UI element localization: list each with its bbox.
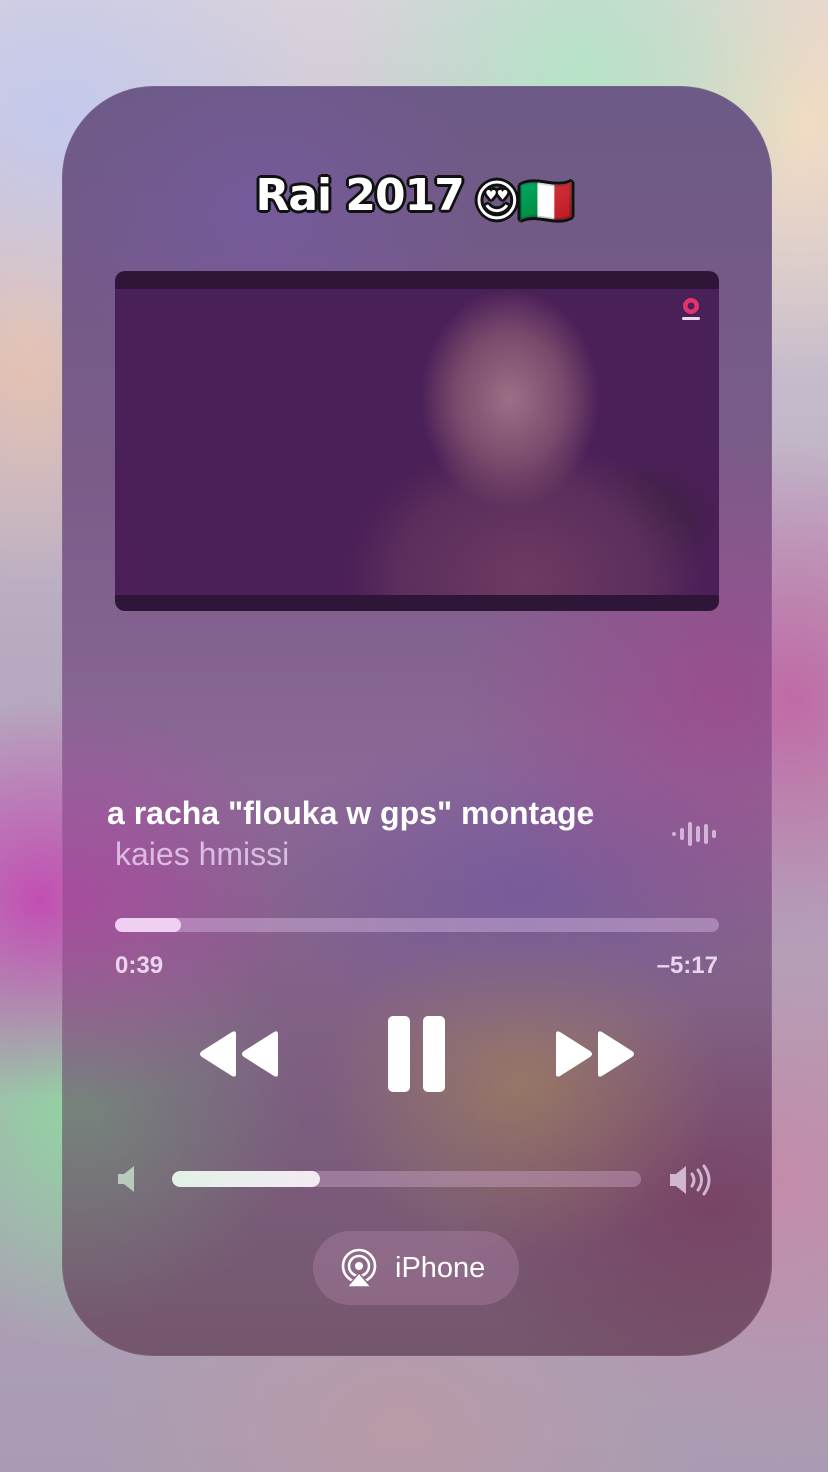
- caption-text: Rai 2017: [255, 170, 464, 221]
- overlay-caption: Rai 2017 😍🇮🇹: [0, 170, 828, 227]
- channel-logo-icon: [682, 298, 700, 320]
- volume-slider[interactable]: [172, 1171, 641, 1187]
- fast-forward-icon: [556, 1031, 634, 1077]
- output-device-label: iPhone: [395, 1251, 486, 1284]
- volume-max-indicator: [668, 1162, 716, 1198]
- remaining-time: –5:17: [656, 952, 718, 979]
- playback-scrubber[interactable]: [115, 918, 719, 932]
- airplay-output-button[interactable]: iPhone: [313, 1231, 519, 1305]
- caption-emoji: 😍🇮🇹: [473, 176, 574, 227]
- speaker-low-icon: [118, 1166, 134, 1192]
- volume-level-fill: [172, 1171, 320, 1187]
- pause-icon: [388, 1016, 445, 1092]
- pause-button[interactable]: [386, 1014, 448, 1094]
- playback-progress-fill: [115, 918, 182, 932]
- video-frame: [115, 289, 719, 595]
- airplay-icon: [341, 1248, 377, 1288]
- song-title-marquee: a racha "flouka w gps" montage: [107, 792, 647, 834]
- song-title: a racha "flouka w gps" montage: [107, 795, 595, 831]
- rewind-icon: [200, 1031, 278, 1077]
- volume-min-indicator: [116, 1164, 142, 1194]
- elapsed-time: 0:39: [115, 952, 164, 979]
- video-artwork[interactable]: [115, 271, 719, 611]
- waveform-icon: [672, 822, 716, 846]
- artist-name: kaies hmissi: [115, 836, 290, 872]
- speaker-high-icon: [670, 1164, 711, 1196]
- rewind-button[interactable]: [196, 1026, 282, 1082]
- fast-forward-button[interactable]: [552, 1026, 638, 1082]
